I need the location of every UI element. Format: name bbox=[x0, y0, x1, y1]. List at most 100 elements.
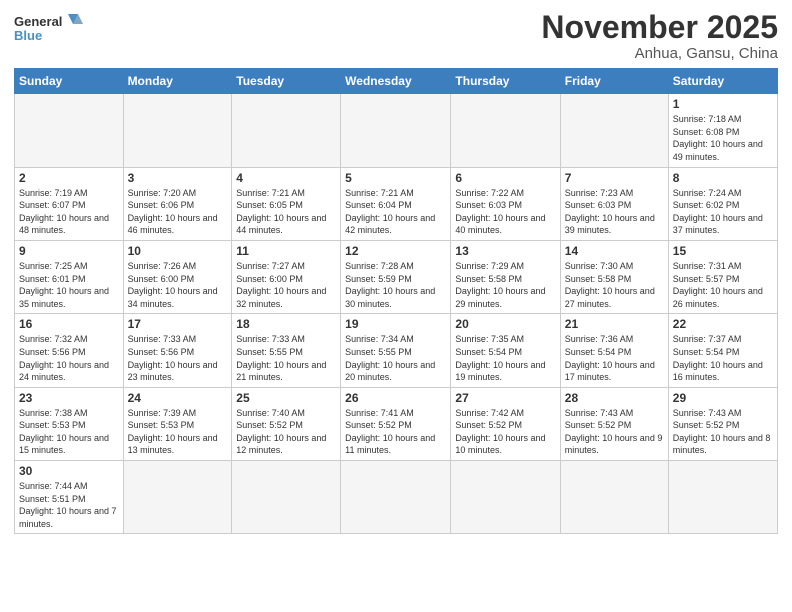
header: General Blue November 2025 Anhua, Gansu,… bbox=[14, 10, 778, 62]
table-row: 14 Sunrise: 7:30 AM Sunset: 5:58 PM Dayli… bbox=[560, 240, 668, 313]
day-info: Sunrise: 7:35 AM Sunset: 5:54 PM Dayligh… bbox=[455, 333, 555, 383]
day-info: Sunrise: 7:20 AM Sunset: 6:06 PM Dayligh… bbox=[128, 187, 228, 237]
day-number: 15 bbox=[673, 244, 773, 258]
day-info: Sunrise: 7:18 AM Sunset: 6:08 PM Dayligh… bbox=[673, 113, 773, 163]
table-row: 19 Sunrise: 7:34 AM Sunset: 5:55 PM Dayli… bbox=[341, 314, 451, 387]
day-number: 20 bbox=[455, 317, 555, 331]
day-info: Sunrise: 7:25 AM Sunset: 6:01 PM Dayligh… bbox=[19, 260, 119, 310]
day-number: 3 bbox=[128, 171, 228, 185]
day-number: 10 bbox=[128, 244, 228, 258]
day-info: Sunrise: 7:21 AM Sunset: 6:05 PM Dayligh… bbox=[236, 187, 336, 237]
table-row: 8 Sunrise: 7:24 AM Sunset: 6:02 PM Daylig… bbox=[668, 167, 777, 240]
table-row: 6 Sunrise: 7:22 AM Sunset: 6:03 PM Daylig… bbox=[451, 167, 560, 240]
col-tuesday: Tuesday bbox=[232, 69, 341, 94]
table-row bbox=[123, 94, 232, 167]
day-info: Sunrise: 7:43 AM Sunset: 5:52 PM Dayligh… bbox=[565, 407, 664, 457]
table-row: 1 Sunrise: 7:18 AM Sunset: 6:08 PM Daylig… bbox=[668, 94, 777, 167]
calendar: Sunday Monday Tuesday Wednesday Thursday… bbox=[14, 68, 778, 534]
table-row: 3 Sunrise: 7:20 AM Sunset: 6:06 PM Daylig… bbox=[123, 167, 232, 240]
day-number: 6 bbox=[455, 171, 555, 185]
day-number: 7 bbox=[565, 171, 664, 185]
table-row: 5Sunrise: 7:21 AM Sunset: 6:04 PM Daylig… bbox=[341, 167, 451, 240]
day-info: Sunrise: 7:24 AM Sunset: 6:02 PM Dayligh… bbox=[673, 187, 773, 237]
day-number: 17 bbox=[128, 317, 228, 331]
day-number: 21 bbox=[565, 317, 664, 331]
day-info: Sunrise: 7:28 AM Sunset: 5:59 PM Dayligh… bbox=[345, 260, 446, 310]
svg-text:Blue: Blue bbox=[14, 28, 42, 43]
table-row: 15 Sunrise: 7:31 AM Sunset: 5:57 PM Dayli… bbox=[668, 240, 777, 313]
day-info: Sunrise: 7:19 AM Sunset: 6:07 PM Dayligh… bbox=[19, 187, 119, 237]
day-number: 23 bbox=[19, 391, 119, 405]
table-row: 9Sunrise: 7:25 AM Sunset: 6:01 PM Daylig… bbox=[15, 240, 124, 313]
svg-text:General: General bbox=[14, 14, 62, 29]
day-number: 2 bbox=[19, 171, 119, 185]
day-number: 4 bbox=[236, 171, 336, 185]
table-row bbox=[341, 461, 451, 534]
title-block: November 2025 Anhua, Gansu, China bbox=[541, 10, 778, 62]
day-number: 22 bbox=[673, 317, 773, 331]
day-number: 26 bbox=[345, 391, 446, 405]
table-row: 29Sunrise: 7:43 AM Sunset: 5:52 PM Dayli… bbox=[668, 387, 777, 460]
day-number: 27 bbox=[455, 391, 555, 405]
day-number: 13 bbox=[455, 244, 555, 258]
day-info: Sunrise: 7:36 AM Sunset: 5:54 PM Dayligh… bbox=[565, 333, 664, 383]
day-info: Sunrise: 7:42 AM Sunset: 5:52 PM Dayligh… bbox=[455, 407, 555, 457]
day-number: 12 bbox=[345, 244, 446, 258]
day-info: Sunrise: 7:32 AM Sunset: 5:56 PM Dayligh… bbox=[19, 333, 119, 383]
table-row bbox=[560, 94, 668, 167]
table-row: 4 Sunrise: 7:21 AM Sunset: 6:05 PM Daylig… bbox=[232, 167, 341, 240]
day-number: 14 bbox=[565, 244, 664, 258]
location: Anhua, Gansu, China bbox=[541, 45, 778, 62]
table-row: 18 Sunrise: 7:33 AM Sunset: 5:55 PM Dayli… bbox=[232, 314, 341, 387]
table-row: 12 Sunrise: 7:28 AM Sunset: 5:59 PM Dayli… bbox=[341, 240, 451, 313]
day-number: 8 bbox=[673, 171, 773, 185]
day-info: Sunrise: 7:31 AM Sunset: 5:57 PM Dayligh… bbox=[673, 260, 773, 310]
day-info: Sunrise: 7:33 AM Sunset: 5:55 PM Dayligh… bbox=[236, 333, 336, 383]
day-info: Sunrise: 7:29 AM Sunset: 5:58 PM Dayligh… bbox=[455, 260, 555, 310]
day-number: 16 bbox=[19, 317, 119, 331]
table-row bbox=[123, 461, 232, 534]
table-row: 21 Sunrise: 7:36 AM Sunset: 5:54 PM Dayli… bbox=[560, 314, 668, 387]
day-number: 18 bbox=[236, 317, 336, 331]
table-row: 25 Sunrise: 7:40 AM Sunset: 5:52 PM Dayli… bbox=[232, 387, 341, 460]
day-number: 29 bbox=[673, 391, 773, 405]
day-number: 28 bbox=[565, 391, 664, 405]
table-row: 30 Sunrise: 7:44 AM Sunset: 5:51 PM Dayli… bbox=[15, 461, 124, 534]
month-title: November 2025 bbox=[541, 10, 778, 45]
logo-svg: General Blue bbox=[14, 10, 84, 54]
day-info: Sunrise: 7:39 AM Sunset: 5:53 PM Dayligh… bbox=[128, 407, 228, 457]
day-info: Sunrise: 7:23 AM Sunset: 6:03 PM Dayligh… bbox=[565, 187, 664, 237]
table-row bbox=[232, 94, 341, 167]
table-row: 17Sunrise: 7:33 AM Sunset: 5:56 PM Dayli… bbox=[123, 314, 232, 387]
day-number: 25 bbox=[236, 391, 336, 405]
table-row: 20 Sunrise: 7:35 AM Sunset: 5:54 PM Dayli… bbox=[451, 314, 560, 387]
table-row: 11Sunrise: 7:27 AM Sunset: 6:00 PM Dayli… bbox=[232, 240, 341, 313]
table-row: 26 Sunrise: 7:41 AM Sunset: 5:52 PM Dayli… bbox=[341, 387, 451, 460]
day-info: Sunrise: 7:27 AM Sunset: 6:00 PM Dayligh… bbox=[236, 260, 336, 310]
day-info: Sunrise: 7:40 AM Sunset: 5:52 PM Dayligh… bbox=[236, 407, 336, 457]
day-info: Sunrise: 7:44 AM Sunset: 5:51 PM Dayligh… bbox=[19, 480, 119, 530]
table-row: 28 Sunrise: 7:43 AM Sunset: 5:52 PM Dayli… bbox=[560, 387, 668, 460]
col-wednesday: Wednesday bbox=[341, 69, 451, 94]
day-info: Sunrise: 7:34 AM Sunset: 5:55 PM Dayligh… bbox=[345, 333, 446, 383]
table-row bbox=[560, 461, 668, 534]
table-row: 10 Sunrise: 7:26 AM Sunset: 6:00 PM Dayli… bbox=[123, 240, 232, 313]
day-info: Sunrise: 7:26 AM Sunset: 6:00 PM Dayligh… bbox=[128, 260, 228, 310]
table-row bbox=[341, 94, 451, 167]
day-number: 5 bbox=[345, 171, 446, 185]
day-info: Sunrise: 7:22 AM Sunset: 6:03 PM Dayligh… bbox=[455, 187, 555, 237]
day-number: 1 bbox=[673, 97, 773, 111]
col-monday: Monday bbox=[123, 69, 232, 94]
day-info: Sunrise: 7:37 AM Sunset: 5:54 PM Dayligh… bbox=[673, 333, 773, 383]
day-number: 30 bbox=[19, 464, 119, 478]
day-info: Sunrise: 7:30 AM Sunset: 5:58 PM Dayligh… bbox=[565, 260, 664, 310]
day-number: 19 bbox=[345, 317, 446, 331]
calendar-header-row: Sunday Monday Tuesday Wednesday Thursday… bbox=[15, 69, 778, 94]
logo: General Blue bbox=[14, 10, 84, 54]
page: General Blue November 2025 Anhua, Gansu,… bbox=[0, 0, 792, 612]
table-row bbox=[232, 461, 341, 534]
day-info: Sunrise: 7:41 AM Sunset: 5:52 PM Dayligh… bbox=[345, 407, 446, 457]
table-row: 13 Sunrise: 7:29 AM Sunset: 5:58 PM Dayli… bbox=[451, 240, 560, 313]
table-row bbox=[451, 461, 560, 534]
table-row: 7 Sunrise: 7:23 AM Sunset: 6:03 PM Daylig… bbox=[560, 167, 668, 240]
